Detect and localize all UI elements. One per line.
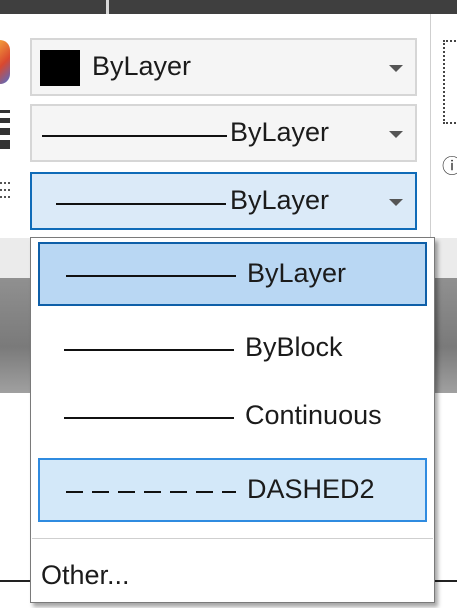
- color-wheel-icon[interactable]: [0, 40, 10, 84]
- color-dropdown-value: ByLayer: [92, 51, 192, 81]
- cropped-panel-control: [443, 40, 457, 124]
- list-item-dashed2[interactable]: DASHED2: [38, 458, 427, 522]
- lineweight-dropdown[interactable]: ByLayer: [30, 104, 417, 162]
- list-item-bylayer[interactable]: ByLayer: [38, 242, 427, 306]
- chevron-down-icon[interactable]: [389, 65, 403, 72]
- top-toolbar-strip: [0, 0, 457, 14]
- list-item-label: DASHED2: [247, 474, 375, 504]
- chevron-down-icon[interactable]: [389, 131, 403, 138]
- list-item-continuous[interactable]: Continuous: [38, 386, 427, 450]
- list-item-label: ByBlock: [245, 332, 343, 362]
- linetype-preview-line: [56, 203, 226, 205]
- linetype-dropdown-list: ByLayer ByBlock Continuous DASHED2 Other…: [30, 237, 435, 603]
- cropped-glyph-icon: ⓘ: [442, 156, 457, 178]
- color-dropdown[interactable]: ByLayer: [30, 38, 417, 96]
- list-item-byblock[interactable]: ByBlock: [38, 318, 427, 382]
- toolbar-tick: [106, 0, 109, 14]
- chevron-down-icon[interactable]: [389, 199, 403, 206]
- list-item-label: Continuous: [245, 400, 382, 430]
- lineweight-dropdown-value: ByLayer: [230, 117, 330, 147]
- panel-separator: [430, 14, 431, 239]
- color-swatch: [40, 50, 80, 86]
- lineweight-icon[interactable]: [0, 110, 10, 154]
- other-linetype-option[interactable]: Other...: [41, 560, 130, 591]
- linetype-dropdown-value: ByLayer: [230, 185, 330, 215]
- linetype-sample-line: [66, 275, 236, 277]
- lineweight-preview-line: [42, 135, 227, 137]
- linetype-sample-line: [64, 417, 234, 419]
- linetype-sample-dashed-line: [66, 491, 236, 493]
- list-item-label: ByLayer: [247, 258, 347, 288]
- list-separator: [32, 538, 433, 539]
- linetype-icon[interactable]: [0, 180, 10, 202]
- linetype-sample-line: [64, 349, 234, 351]
- linetype-dropdown[interactable]: ByLayer: [30, 172, 417, 230]
